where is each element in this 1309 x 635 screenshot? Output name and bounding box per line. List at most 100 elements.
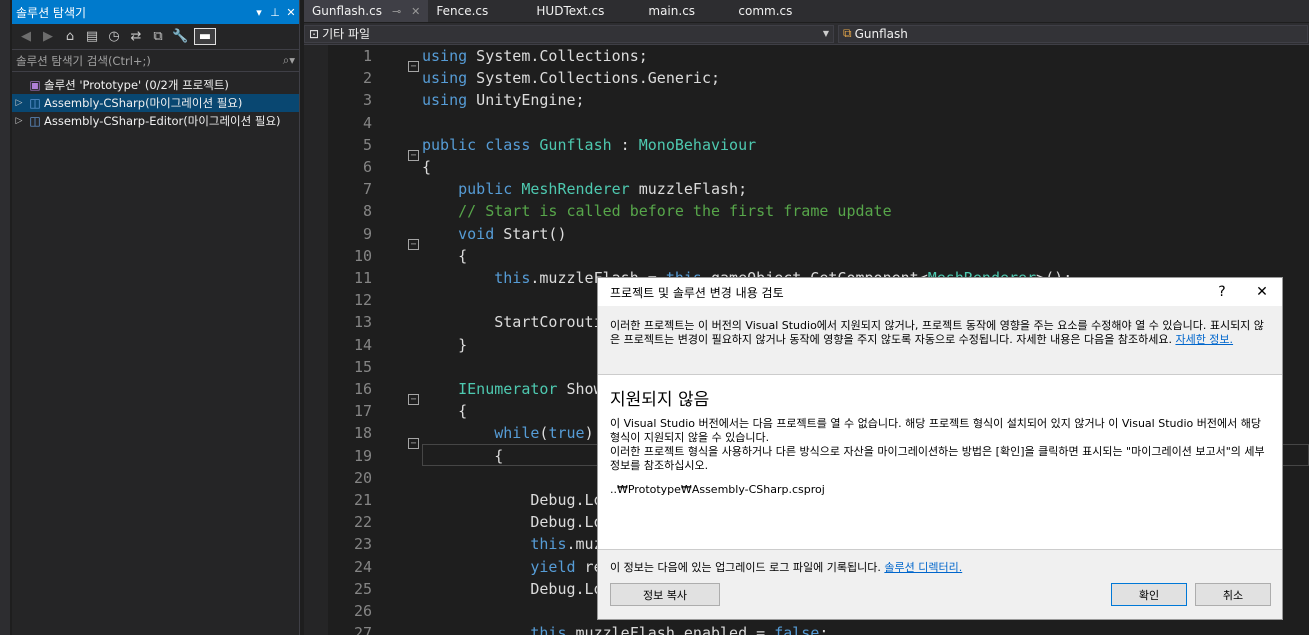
code-line[interactable]: 27 this.muzzleFlash.enabled = false;	[304, 622, 1309, 635]
code-text: }	[422, 335, 468, 354]
pin-tab-icon[interactable]: ⊸	[392, 5, 401, 18]
line-number: 21	[353, 491, 372, 509]
line-number: 20	[353, 468, 372, 487]
code-line[interactable]: 8 // Start is called before the first fr…	[304, 200, 1309, 222]
line-number: 4	[362, 113, 372, 132]
line-number: 5	[362, 135, 372, 154]
expand-icon[interactable]: ▷	[12, 116, 26, 126]
code-text: {	[422, 246, 468, 265]
code-text: {	[422, 158, 432, 176]
line-number: 27	[353, 624, 372, 635]
code-line[interactable]: 6{	[304, 156, 1309, 178]
solution-explorer-toolbar: ◀ ▶ ⌂ ▤ ◷ ⇄ ⧉ 🔧 ▬	[12, 24, 299, 50]
solution-explorer-titlebar: 솔루션 탐색기 ▾ ⊥ ✕	[12, 0, 299, 24]
tab-label: HUDText.cs	[536, 4, 605, 18]
tree-item-assembly-csharp-editor[interactable]: ▷ ◫ Assembly-CSharp-Editor(마이그레이션 필요)	[12, 112, 299, 130]
code-text: this.muzz	[530, 535, 612, 554]
code-line[interactable]: 4	[304, 112, 1309, 134]
window-position-dropdown-icon[interactable]: ▾	[251, 6, 267, 19]
forward-icon[interactable]: ▶	[40, 29, 56, 44]
properties-wrench-icon[interactable]: 🔧	[172, 29, 188, 44]
sync-icon[interactable]: ⇄	[128, 29, 144, 44]
search-input[interactable]: 솔루션 탐색기 검색(Ctrl+;)	[16, 53, 283, 69]
solution-icon: ▣	[29, 78, 41, 92]
solution-explorer-search[interactable]: 솔루션 탐색기 검색(Ctrl+;) ⌕▾	[12, 50, 299, 72]
code-text: this.muzzleFlash.enabled = false;	[530, 624, 829, 635]
code-line[interactable]: 5− public class Gunflash : MonoBehaviour	[304, 134, 1309, 161]
code-line[interactable]: 2 using System.Collections.Generic;	[304, 67, 1309, 89]
tree-item-assembly-csharp[interactable]: ▷ ◫ Assembly-CSharp(마이그레이션 필요)	[12, 94, 299, 112]
csharp-project-icon: ◫	[29, 114, 41, 128]
tab-fence[interactable]: Fence.cs	[428, 0, 528, 22]
project-dropdown[interactable]: ⊡ 기타 파일 ▼	[304, 24, 834, 43]
tab-label: main.cs	[648, 4, 696, 18]
solution-directory-link[interactable]: 솔루션 디렉터리.	[884, 561, 962, 574]
pending-changes-filter-icon[interactable]: ◷	[106, 29, 122, 44]
line-number: 22	[353, 513, 372, 532]
dialog-title: 프로젝트 및 솔루션 변경 내용 검토	[610, 285, 784, 300]
code-text: using System.Collections;	[422, 47, 648, 65]
line-number: 6	[362, 158, 372, 176]
code-text: // Start is called before the first fram…	[422, 202, 892, 221]
dialog-body: 지원되지 않음 이 Visual Studio 버전에서는 다음 프로젝트를 열…	[598, 374, 1282, 550]
code-text: yield ret	[530, 557, 612, 576]
document-tabs: Gunflash.cs ⊸ ✕ Fence.cs HUDText.cs main…	[304, 0, 1309, 22]
chevron-down-icon: ▼	[822, 29, 829, 38]
code-text: using UnityEngine;	[422, 91, 585, 110]
tab-main[interactable]: main.cs	[640, 0, 730, 22]
collapse-all-icon[interactable]: ⧉	[150, 29, 166, 44]
close-icon[interactable]: ✕	[283, 6, 299, 19]
line-number: 16	[353, 380, 372, 398]
line-number: 25	[353, 579, 372, 598]
copy-info-button[interactable]: 정보 복사	[610, 583, 720, 606]
intro-text: 이러한 프로젝트는 이 버전의 Visual Studio에서 지원되지 않거나…	[610, 319, 1264, 346]
close-tab-icon[interactable]: ✕	[411, 5, 420, 18]
ok-button[interactable]: 확인	[1111, 583, 1187, 606]
code-text: void Start()	[458, 224, 567, 243]
code-line[interactable]: 3 using UnityEngine;	[304, 89, 1309, 111]
tab-label: Gunflash.cs	[312, 4, 382, 18]
line-number: 10	[353, 246, 372, 265]
search-icon[interactable]: ⌕▾	[283, 53, 295, 68]
tab-gunflash[interactable]: Gunflash.cs ⊸ ✕	[304, 0, 429, 22]
unsupported-heading: 지원되지 않음	[610, 390, 710, 410]
switch-views-icon[interactable]: ▤	[84, 29, 100, 44]
code-line[interactable]: 1− using System.Collections;	[304, 45, 1309, 72]
code-text: public MeshRenderer muzzleFlash;	[458, 180, 748, 199]
line-number: 3	[362, 91, 372, 110]
line-number: 23	[353, 535, 372, 554]
tab-label: comm.cs	[738, 4, 793, 18]
review-changes-dialog: 프로젝트 및 솔루션 변경 내용 검토 ? ✕ 이러한 프로젝트는 이 버전의 …	[597, 277, 1283, 620]
cancel-button[interactable]: 취소	[1195, 583, 1271, 606]
code-line[interactable]: 7 public MeshRenderer muzzleFlash;	[304, 178, 1309, 200]
csharp-project-icon: ◫	[29, 96, 41, 110]
code-line[interactable]: 9− void Start()	[304, 223, 1309, 250]
more-info-link[interactable]: 자세한 정보.	[1175, 333, 1233, 346]
project-path: ..₩Prototype₩Assembly-CSharp.csproj	[610, 483, 825, 496]
code-text: IEnumerator ShowM	[458, 380, 612, 398]
code-text: {	[422, 446, 504, 465]
line-number: 18	[353, 424, 372, 443]
code-text: while(true)	[494, 424, 594, 443]
tree-item-label: Assembly-CSharp(마이그레이션 필요)	[44, 96, 243, 110]
class-icon: ⧉	[843, 26, 852, 40]
preview-selected-items-icon[interactable]: ▬	[194, 28, 216, 45]
tab-hudtext[interactable]: HUDText.cs	[528, 0, 640, 22]
line-number: 9	[362, 224, 372, 243]
home-icon[interactable]: ⌂	[62, 29, 78, 44]
pin-icon[interactable]: ⊥	[267, 6, 283, 19]
close-button[interactable]: ✕	[1242, 284, 1282, 300]
solution-explorer-title: 솔루션 탐색기	[16, 5, 87, 20]
code-line[interactable]: 10 {	[304, 245, 1309, 267]
tree-item-solution[interactable]: ▣ 솔루션 'Prototype' (0/2개 프로젝트)	[12, 76, 299, 94]
tab-comm[interactable]: comm.cs	[730, 0, 820, 22]
back-icon[interactable]: ◀	[18, 29, 34, 44]
help-button[interactable]: ?	[1202, 284, 1242, 300]
dialog-footer: 이 정보는 다음에 있는 업그레이드 로그 파일에 기록됩니다. 솔루션 디렉터…	[610, 559, 962, 575]
line-number: 7	[362, 180, 372, 199]
dialog-titlebar: 프로젝트 및 솔루션 변경 내용 검토 ? ✕	[598, 278, 1282, 306]
line-number: 14	[353, 335, 372, 354]
navigation-bar: ⊡ 기타 파일 ▼ ⧉ Gunflash	[304, 23, 1309, 45]
expand-icon[interactable]: ▷	[12, 98, 26, 108]
class-dropdown[interactable]: ⧉ Gunflash	[838, 24, 1308, 43]
